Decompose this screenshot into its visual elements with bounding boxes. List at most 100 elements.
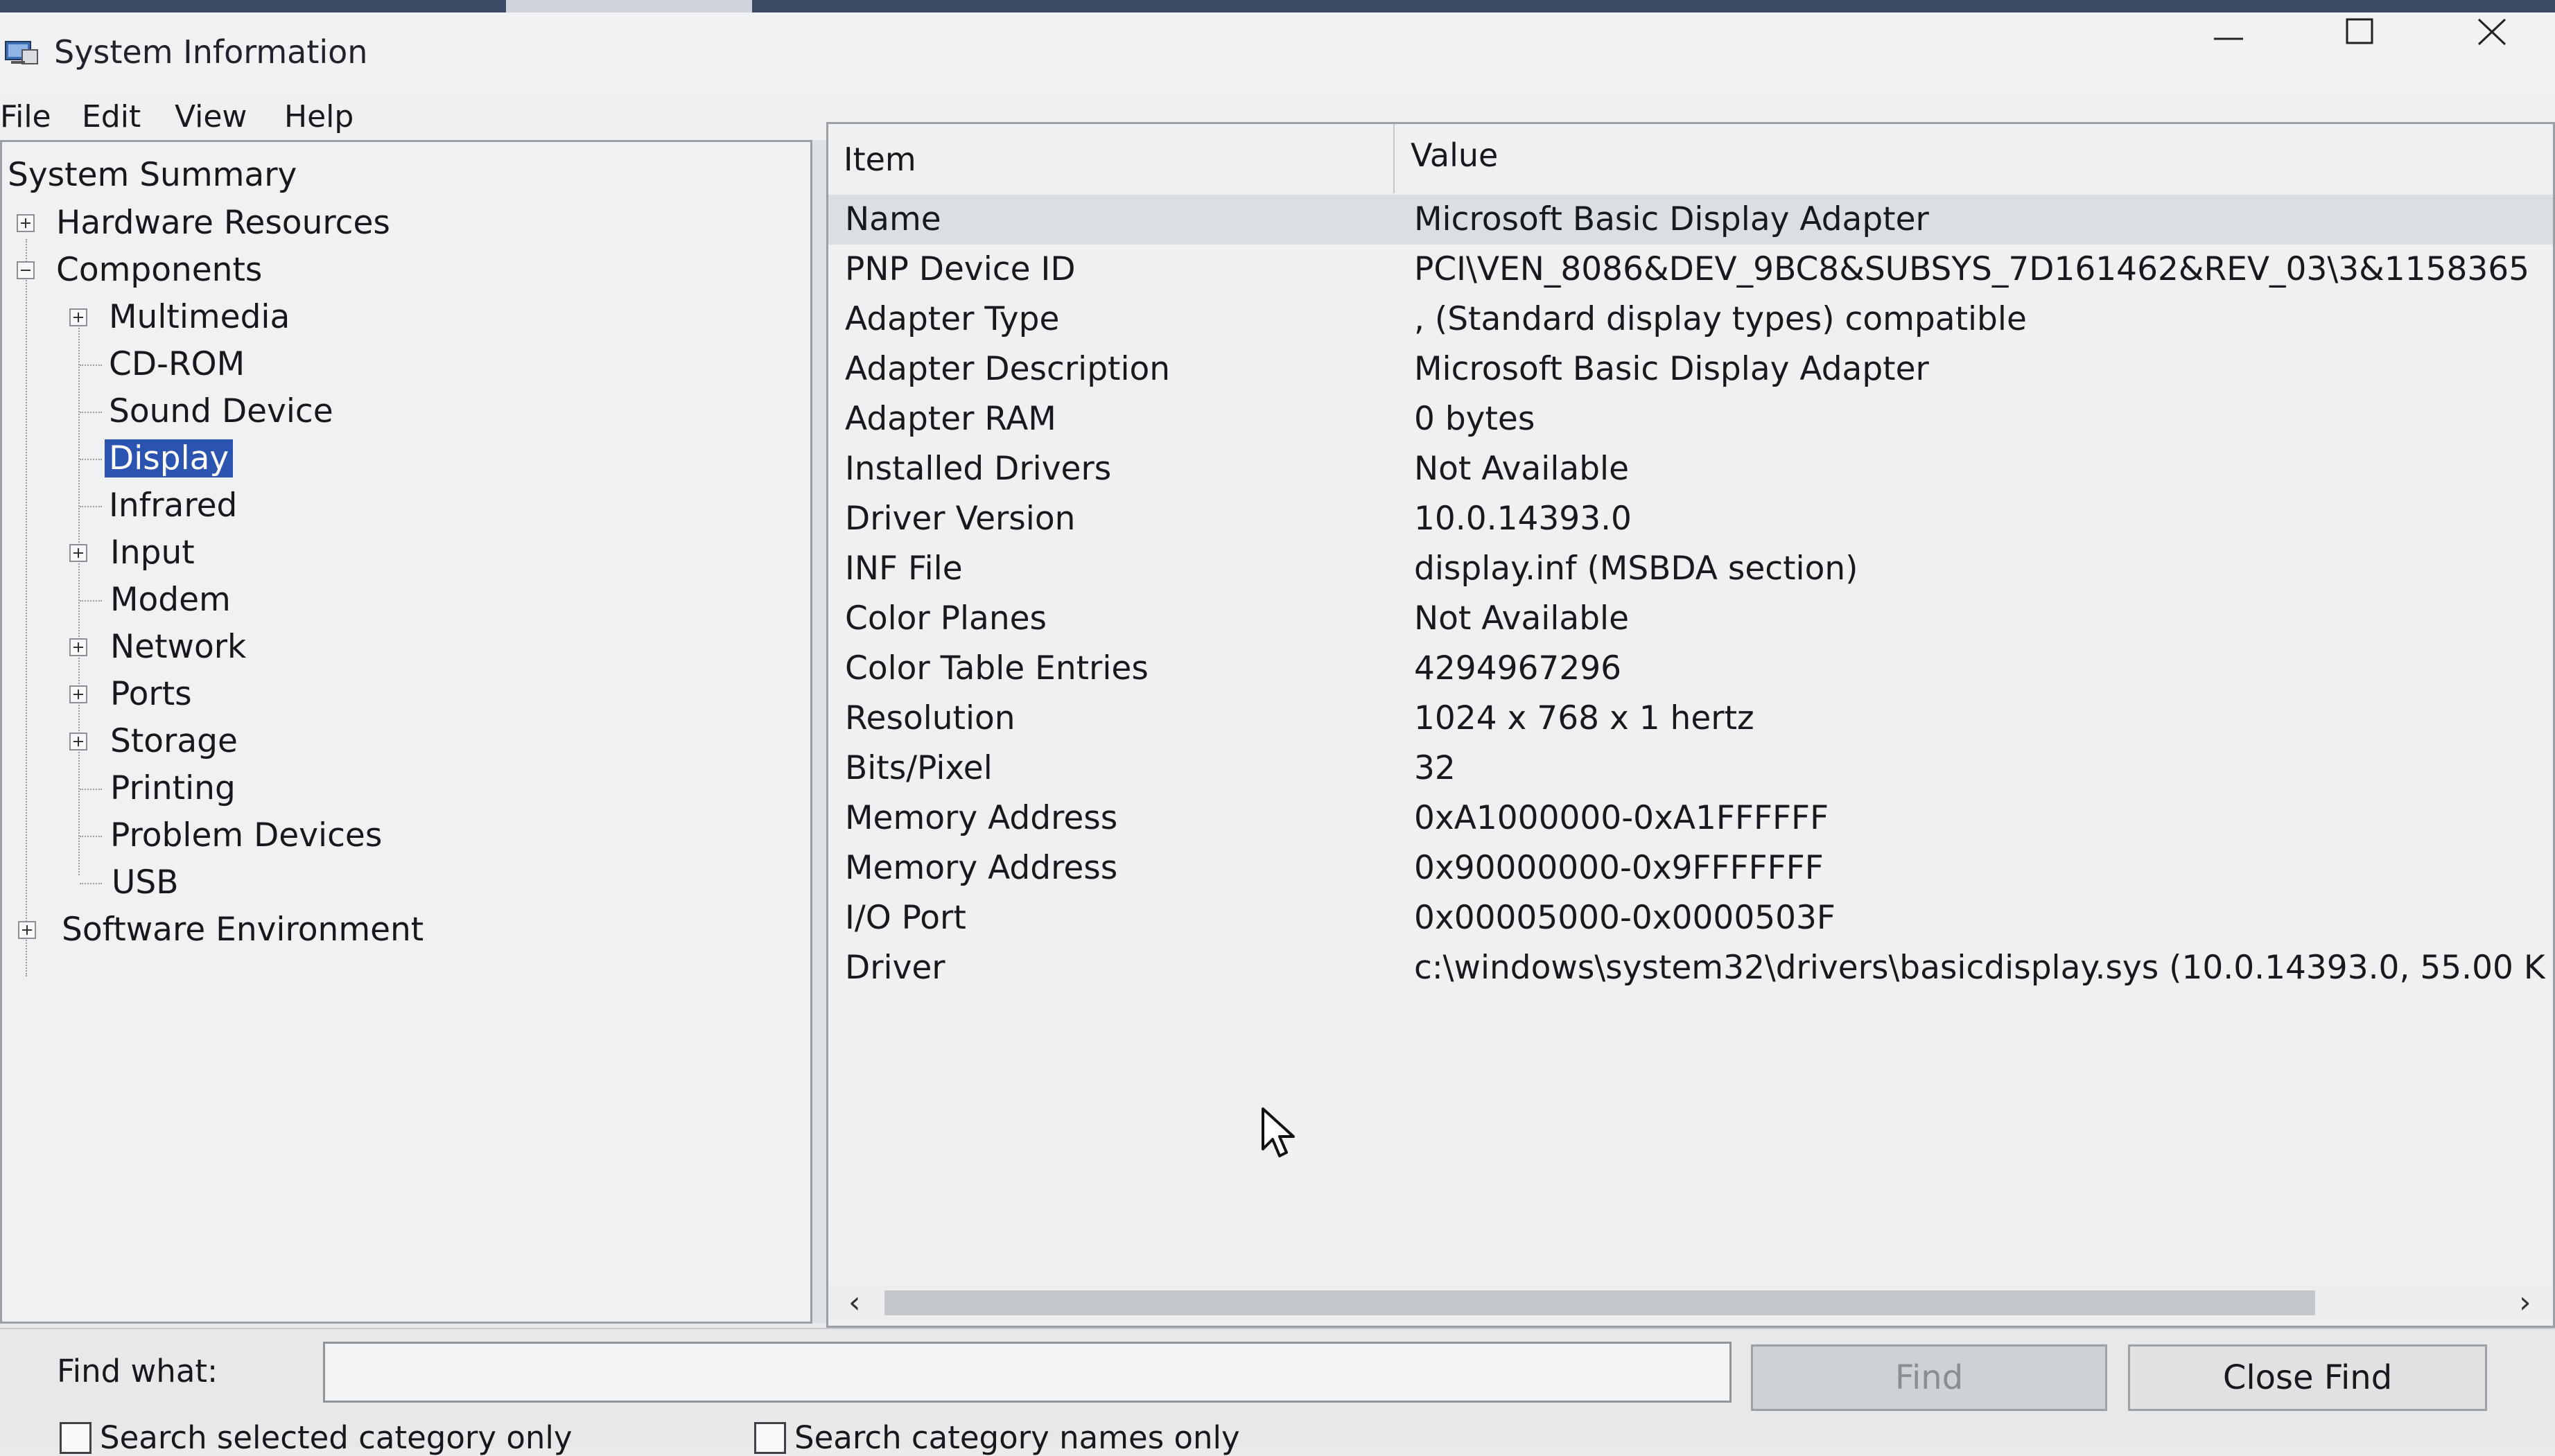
expand-input-icon[interactable] [69, 544, 87, 562]
table-row[interactable]: Driver c:\windows\system32\drivers\basic… [828, 943, 2553, 993]
table-row[interactable]: Color Planes Not Available [828, 594, 2553, 644]
row-item: Color Table Entries [845, 649, 1149, 687]
details-list[interactable]: Item Value Name Microsoft Basic Display … [826, 122, 2555, 1328]
row-value: 0x90000000-0x9FFFFFFF [1414, 849, 1824, 887]
row-value: 4294967296 [1414, 649, 1622, 687]
pane-splitter[interactable] [812, 140, 826, 1324]
tree-item-components[interactable]: Components [52, 247, 266, 293]
search-selected-category-checkbox[interactable]: Search selected category only [60, 1419, 573, 1456]
table-row[interactable]: Bits/Pixel 32 [828, 744, 2553, 793]
row-item: Color Planes [845, 599, 1047, 638]
table-row[interactable]: Color Table Entries 4294967296 [828, 644, 2553, 694]
table-row[interactable]: Driver Version 10.0.14393.0 [828, 494, 2553, 544]
row-value: 1024 x 768 x 1 hertz [1414, 699, 1754, 737]
tree-item-storage[interactable]: Storage [106, 719, 242, 764]
tree-item-problem-devices[interactable]: Problem Devices [106, 813, 386, 859]
tree-item-display[interactable]: Display [105, 436, 234, 482]
tree-item-modem[interactable]: Modem [106, 577, 235, 623]
row-item: PNP Device ID [845, 250, 1076, 288]
tree-connector [80, 365, 102, 366]
minimize-icon [2214, 37, 2243, 40]
tree-item-cd-rom[interactable]: CD-ROM [105, 342, 249, 387]
tree-item-printing[interactable]: Printing [106, 766, 240, 812]
menu-edit[interactable]: Edit [82, 94, 141, 140]
table-row[interactable]: Adapter Type , (Standard display types) … [828, 295, 2553, 344]
table-row[interactable]: Memory Address 0xA1000000-0xA1FFFFFF [828, 793, 2553, 843]
tree-item-infrared[interactable]: Infrared [105, 483, 241, 529]
tree-connector [80, 600, 102, 602]
mouse-pointer-icon [1262, 1107, 1295, 1157]
close-find-button[interactable]: Close Find [2128, 1344, 2487, 1411]
scrollbar-thumb[interactable] [884, 1290, 2315, 1315]
collapse-components-icon[interactable] [17, 261, 35, 279]
table-row[interactable]: Memory Address 0x90000000-0x9FFFFFFF [828, 843, 2553, 893]
tree-item-network[interactable]: Network [106, 624, 250, 670]
tree-item-sound-device[interactable]: Sound Device [105, 389, 338, 435]
menu-view[interactable]: View [175, 94, 247, 140]
close-window-button[interactable] [2440, 0, 2544, 62]
tree-item-hardware-resources[interactable]: Hardware Resources [52, 200, 394, 246]
tree-connector [80, 883, 102, 884]
row-value: Microsoft Basic Display Adapter [1414, 200, 1929, 238]
row-item: Driver Version [845, 500, 1076, 538]
tree-item-multimedia[interactable]: Multimedia [105, 295, 294, 340]
row-value: 0x00005000-0x0000503F [1414, 899, 1835, 937]
row-item: Installed Drivers [845, 450, 1112, 488]
row-item: Adapter Type [845, 300, 1060, 338]
tree-item-usb[interactable]: USB [107, 860, 182, 906]
tree-item-software-environment[interactable]: Software Environment [58, 907, 428, 953]
column-header: Item Value [828, 131, 2553, 179]
taskbar-tab[interactable] [506, 0, 752, 12]
scroll-right-arrow-icon[interactable]: › [2519, 1283, 2531, 1322]
table-row[interactable]: INF File display.inf (MSBDA section) [828, 544, 2553, 594]
expand-ports-icon[interactable] [69, 685, 87, 703]
table-row[interactable]: PNP Device ID PCI\VEN_8086&DEV_9BC8&SUBS… [828, 245, 2553, 295]
find-what-label: Find what: [57, 1353, 218, 1389]
maximize-icon [2346, 18, 2373, 44]
menu-help[interactable]: Help [284, 94, 354, 140]
table-row[interactable]: Resolution 1024 x 768 x 1 hertz [828, 694, 2553, 744]
find-what-input[interactable] [323, 1342, 1732, 1403]
table-row[interactable]: Adapter RAM 0 bytes [828, 394, 2553, 444]
row-item: I/O Port [845, 899, 966, 937]
row-value: Not Available [1414, 599, 1630, 638]
expand-hardware-resources-icon[interactable] [17, 214, 35, 232]
table-row[interactable]: I/O Port 0x00005000-0x0000503F [828, 893, 2553, 943]
taskbar-strip [0, 0, 2555, 12]
column-header-value[interactable]: Value [1411, 131, 1498, 179]
row-item: Resolution [845, 699, 1015, 737]
close-icon [2477, 18, 2506, 46]
checkbox-box[interactable] [60, 1421, 91, 1454]
find-button[interactable]: Find [1751, 1344, 2107, 1411]
scroll-left-arrow-icon[interactable]: ‹ [848, 1283, 861, 1322]
row-item: INF File [845, 550, 963, 588]
row-value: Not Available [1414, 450, 1630, 488]
expand-software-environment-icon[interactable] [18, 921, 36, 939]
table-row[interactable]: Installed Drivers Not Available [828, 444, 2553, 494]
column-header-item[interactable]: Item [844, 135, 916, 184]
column-divider[interactable] [1393, 124, 1395, 193]
tree-connector [80, 412, 102, 413]
checkbox-box[interactable] [754, 1421, 786, 1454]
tree-connector [80, 836, 102, 837]
tree-item-input[interactable]: Input [106, 530, 199, 576]
category-tree[interactable]: System Summary Hardware Resources Compon… [0, 140, 812, 1324]
maximize-button[interactable] [2308, 0, 2412, 62]
expand-storage-icon[interactable] [69, 733, 87, 751]
checkbox-label: Search category names only [794, 1419, 1240, 1456]
table-row[interactable]: Adapter Description Microsoft Basic Disp… [828, 344, 2553, 394]
expand-network-icon[interactable] [69, 638, 87, 656]
tree-item-system-summary[interactable]: System Summary [3, 152, 301, 198]
table-row[interactable]: Name Microsoft Basic Display Adapter [828, 195, 2553, 245]
row-value: display.inf (MSBDA section) [1414, 550, 1858, 588]
window-title: System Information [54, 33, 368, 71]
tree-item-ports[interactable]: Ports [106, 672, 196, 717]
horizontal-scrollbar[interactable]: ‹ › [829, 1283, 2552, 1322]
row-value: , (Standard display types) compatible [1414, 300, 2027, 338]
menu-file[interactable]: File [0, 94, 51, 140]
row-value: c:\windows\system32\drivers\basicdisplay… [1414, 949, 2545, 987]
tree-guide [78, 319, 80, 875]
search-category-names-checkbox[interactable]: Search category names only [754, 1419, 1240, 1456]
minimize-button[interactable] [2177, 0, 2281, 62]
expand-multimedia-icon[interactable] [69, 308, 87, 326]
